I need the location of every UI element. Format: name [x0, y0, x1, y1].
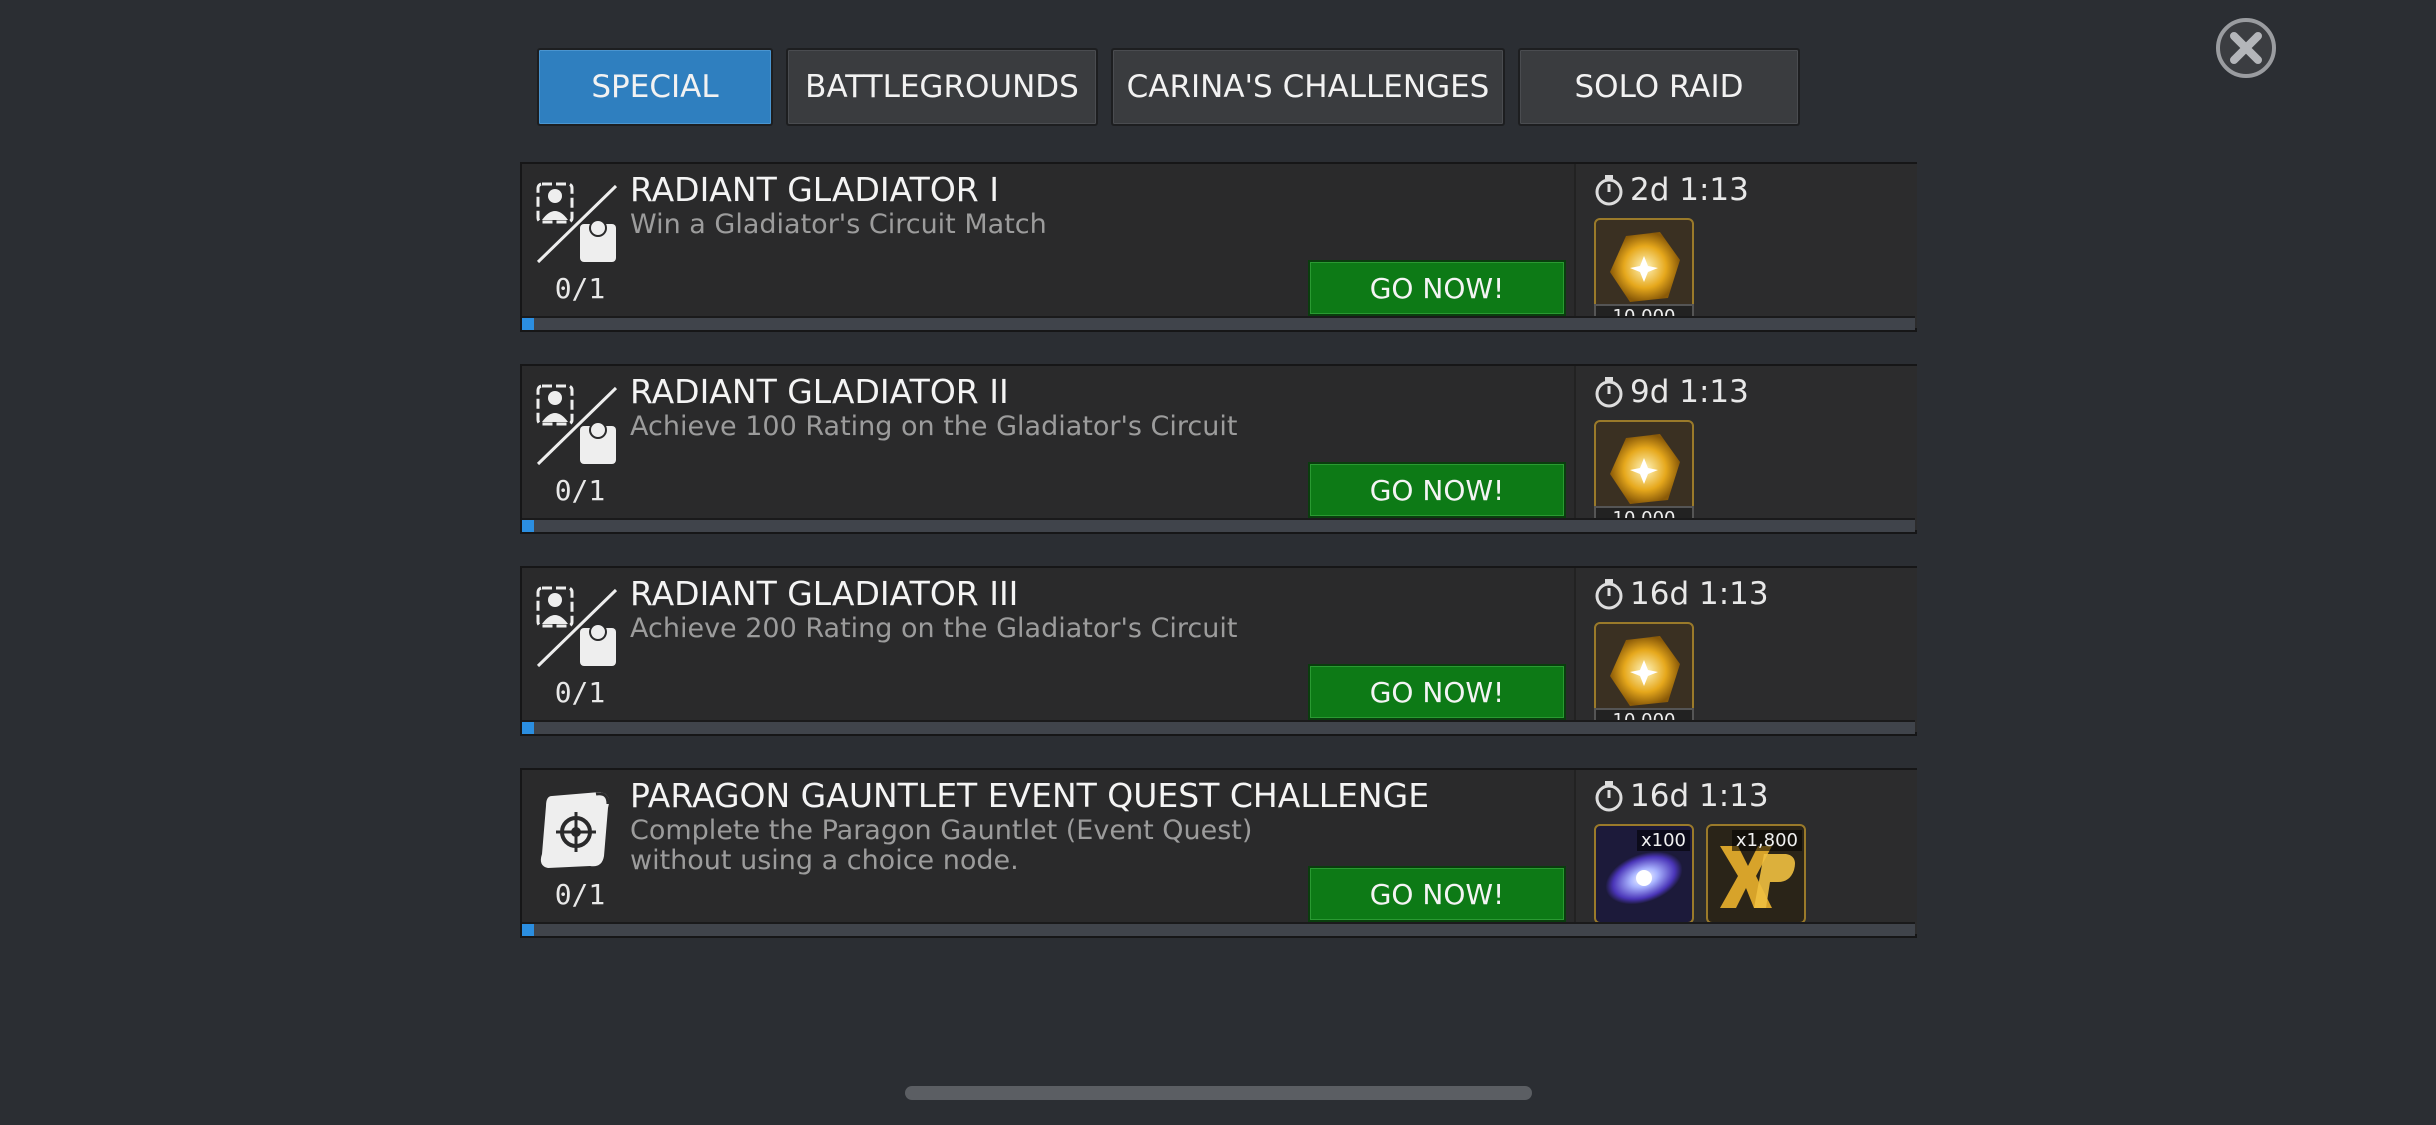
quest-description-line: Complete the Paragon Gauntlet (Event Que…	[630, 815, 1253, 846]
quest-title: RADIANT GLADIATOR II	[630, 372, 1009, 411]
tab-carinas-challenges[interactable]: CARINA'S CHALLENGES	[1111, 48, 1505, 126]
quest-timer: 9d 1:13	[1594, 374, 1749, 410]
quest-card: 0/1 RADIANT GLADIATOR I Win a Gladiator'…	[520, 162, 1917, 332]
quest-description: Win a Gladiator's Circuit Match	[630, 209, 1047, 240]
stopwatch-icon	[1595, 781, 1623, 812]
quest-description: Achieve 100 Rating on the Gladiator's Ci…	[630, 411, 1238, 442]
reward-item[interactable]: 10,000	[1594, 622, 1694, 734]
tab-special[interactable]: SPECIAL	[537, 48, 773, 126]
gladiator-icon	[534, 180, 620, 266]
tab-bar: SPECIAL BATTLEGROUNDS CARINA'S CHALLENGE…	[537, 48, 1813, 126]
quest-timer: 16d 1:13	[1594, 778, 1769, 814]
quest-description: Complete the Paragon Gauntlet (Event Que…	[630, 816, 1270, 876]
stopwatch-icon	[1595, 579, 1623, 610]
reward-panel: 2d 1:13 10,000	[1574, 164, 1917, 330]
quest-progress-bar	[522, 922, 1915, 936]
quest-progress: 0/1	[554, 272, 606, 305]
quest-progress-bar	[522, 316, 1915, 330]
quest-card: 0/1 PARAGON GAUNTLET EVENT QUEST CHALLEN…	[520, 768, 1917, 938]
go-now-button[interactable]: GO NOW!	[1308, 462, 1566, 518]
crystal-icon	[1610, 636, 1680, 706]
reward-multiplier: x100	[1636, 830, 1690, 851]
quest-progress: 0/1	[554, 878, 606, 911]
crystal-icon	[1610, 232, 1680, 302]
quest-progress-bar	[522, 518, 1915, 532]
timer-text: 9d 1:13	[1630, 374, 1749, 410]
quest-timer: 2d 1:13	[1594, 172, 1749, 208]
quest-card: 0/1 RADIANT GLADIATOR III Achieve 200 Ra…	[520, 566, 1917, 736]
quest-title: RADIANT GLADIATOR I	[630, 170, 999, 209]
quest-progress-bar	[522, 720, 1915, 734]
quest-title: RADIANT GLADIATOR III	[630, 574, 1019, 613]
go-now-button[interactable]: GO NOW!	[1308, 866, 1566, 922]
quest-progress: 0/1	[554, 676, 606, 709]
tab-battlegrounds[interactable]: BATTLEGROUNDS	[786, 48, 1098, 126]
scroll-target-icon	[534, 786, 620, 872]
reward-panel: 9d 1:13 10,000	[1574, 366, 1917, 532]
stopwatch-icon	[1595, 377, 1623, 408]
quest-description: Achieve 200 Rating on the Gladiator's Ci…	[630, 613, 1238, 644]
stopwatch-icon	[1595, 175, 1623, 206]
reward-item[interactable]: 10,000	[1594, 218, 1694, 330]
close-icon	[2216, 18, 2276, 78]
quest-timer: 16d 1:13	[1594, 576, 1769, 612]
quest-title: PARAGON GAUNTLET EVENT QUEST CHALLENGE	[630, 776, 1430, 815]
timer-text: 16d 1:13	[1630, 576, 1769, 612]
go-now-button[interactable]: GO NOW!	[1308, 260, 1566, 316]
quest-progress: 0/1	[554, 474, 606, 507]
timer-text: 2d 1:13	[1630, 172, 1749, 208]
crystal-icon	[1610, 434, 1680, 504]
gladiator-icon	[534, 584, 620, 670]
timer-text: 16d 1:13	[1630, 778, 1769, 814]
quest-description-line: without using a choice node.	[630, 845, 1019, 876]
reward-item[interactable]: x1,800	[1706, 824, 1806, 924]
reward-multiplier: x1,800	[1731, 830, 1802, 851]
quest-card: 0/1 RADIANT GLADIATOR II Achieve 100 Rat…	[520, 364, 1917, 534]
reward-panel: 16d 1:13 x100 x1,800	[1574, 770, 1917, 934]
reward-panel: 16d 1:13 10,000	[1574, 568, 1917, 734]
gladiator-icon	[534, 382, 620, 468]
go-now-button[interactable]: GO NOW!	[1308, 664, 1566, 720]
close-button[interactable]	[2215, 17, 2277, 79]
tab-solo-raid[interactable]: SOLO RAID	[1518, 48, 1800, 126]
reward-item[interactable]: 10,000	[1594, 420, 1694, 532]
reward-item[interactable]: x100	[1594, 824, 1694, 924]
scrollbar[interactable]	[905, 1086, 1532, 1100]
